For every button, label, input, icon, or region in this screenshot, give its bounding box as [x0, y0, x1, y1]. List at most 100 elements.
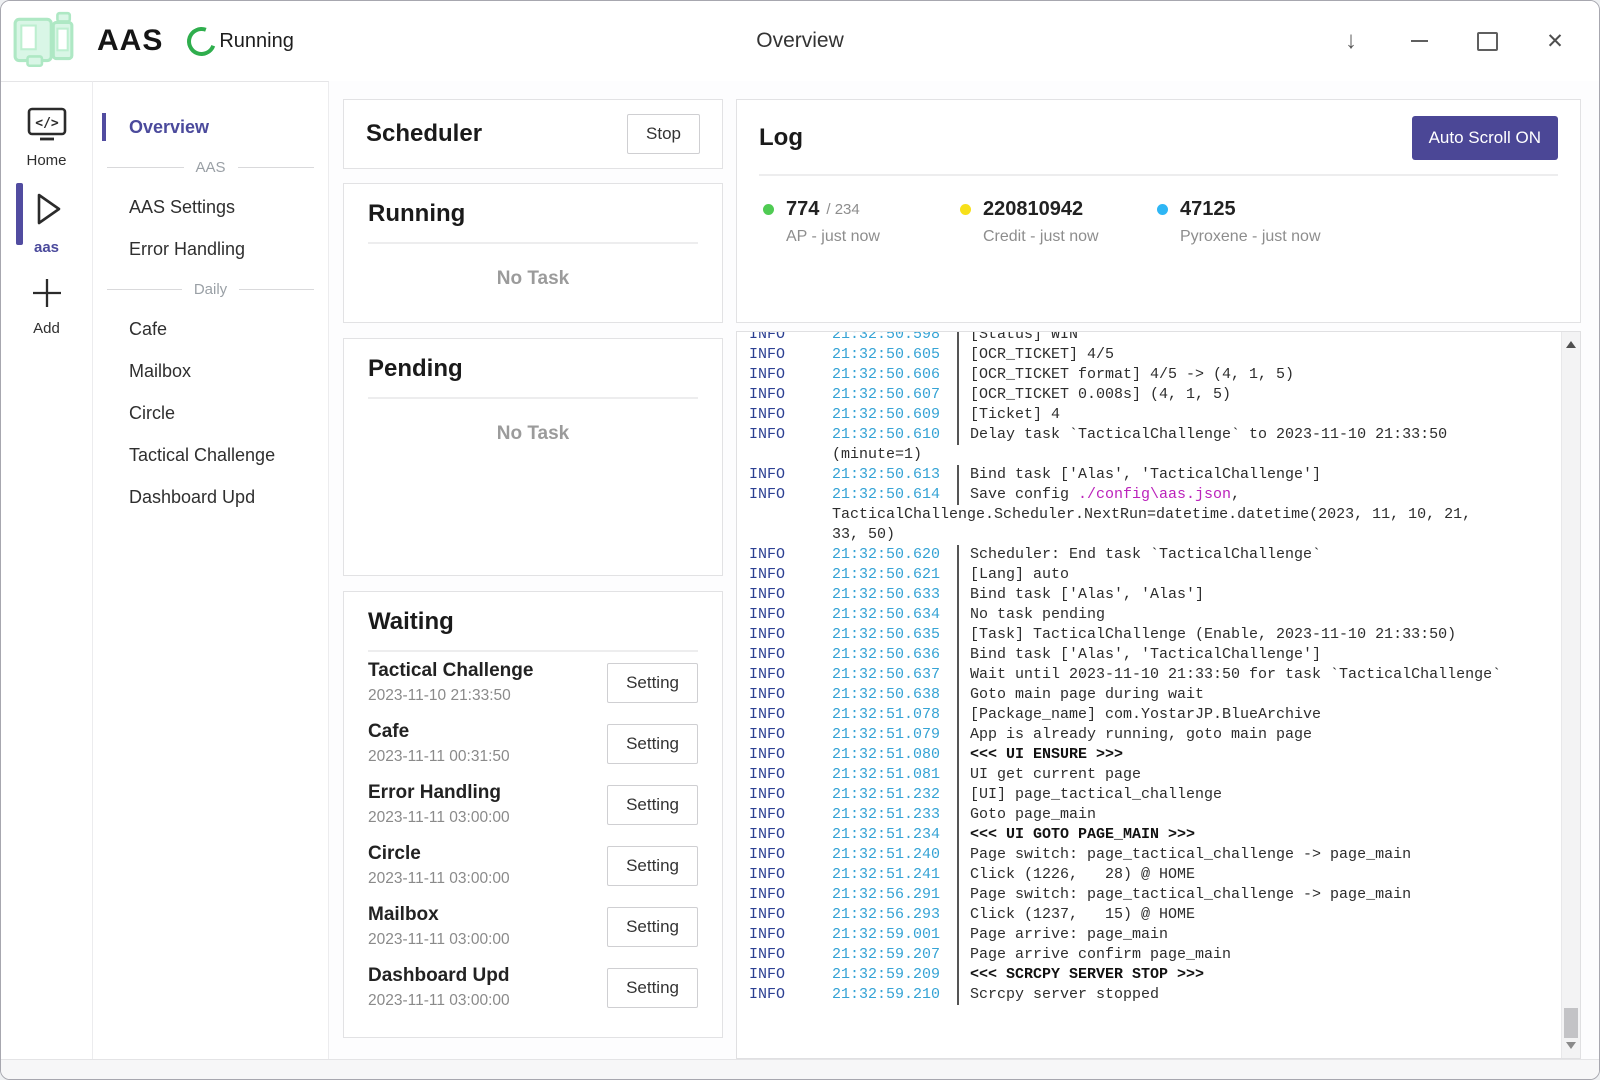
log-card-title: Log	[759, 124, 803, 152]
log-line: INFO21:32:56.291Page switch: page_tactic…	[749, 885, 1548, 905]
titlebar-left: AAS Running	[1, 11, 294, 71]
log-timestamp: 21:32:51.234	[832, 825, 957, 845]
log-message: Click (1226, 28) @ HOME	[957, 865, 1548, 885]
log-line: INFO21:32:50.633Bind task ['Alas', 'Alas…	[749, 585, 1548, 605]
log-line: INFO21:32:50.606[OCR_TICKET format] 4/5 …	[749, 365, 1548, 385]
log-timestamp: 21:32:50.605	[832, 345, 957, 365]
rail-item-aas[interactable]: aas	[1, 177, 92, 264]
log-line: INFO21:32:56.293Click (1237, 15) @ HOME	[749, 905, 1548, 925]
sidebar-item-circle[interactable]: Circle	[93, 392, 328, 434]
sidebar-item-tactical-challenge[interactable]: Tactical Challenge	[93, 434, 328, 476]
scrollbar-thumb[interactable]	[1564, 1008, 1578, 1038]
scroll-down-arrow-icon[interactable]	[1566, 1042, 1576, 1049]
divider-line	[239, 289, 314, 290]
log-message: Bind task ['Alas', 'TacticalChallenge']	[957, 645, 1548, 665]
scheduler-card: Scheduler Stop	[343, 99, 723, 169]
scroll-up-arrow-icon[interactable]	[1566, 341, 1576, 348]
log-line: INFO21:32:51.233Goto page_main	[749, 805, 1548, 825]
auto-scroll-toggle[interactable]: Auto Scroll ON	[1412, 116, 1558, 160]
maximize-button[interactable]	[1475, 29, 1499, 53]
close-button[interactable]: ✕	[1543, 29, 1567, 53]
sidebar-item-label: Mailbox	[129, 361, 191, 382]
waiting-task-row: Dashboard Upd2023-11-11 03:00:00 Setting	[368, 957, 698, 1018]
log-message: Goto main page during wait	[957, 685, 1548, 705]
log-line: TacticalChallenge.Scheduler.NextRun=date…	[749, 505, 1548, 525]
log-level: INFO	[749, 925, 832, 945]
log-timestamp: 21:32:56.291	[832, 885, 957, 905]
log-level	[749, 505, 832, 525]
sidebar-item-label: Error Handling	[129, 239, 245, 260]
log-timestamp: 21:32:51.232	[832, 785, 957, 805]
log-line: INFO21:32:50.621[Lang] auto	[749, 565, 1548, 585]
log-level: INFO	[749, 405, 832, 425]
rail-item-label: Home	[26, 152, 66, 169]
log-level: INFO	[749, 905, 832, 925]
log-message: Click (1237, 15) @ HOME	[957, 905, 1548, 925]
sidebar-item-overview[interactable]: Overview	[93, 106, 328, 148]
log-message: [OCR_TICKET format] 4/5 -> (4, 1, 5)	[957, 365, 1548, 385]
waiting-task-next-run: 2023-11-11 03:00:00	[368, 809, 510, 827]
waiting-task-info: Error Handling2023-11-11 03:00:00	[368, 782, 510, 827]
log-timestamp: 21:32:51.079	[832, 725, 957, 745]
stat-dot-icon	[1157, 204, 1168, 215]
stop-button[interactable]: Stop	[627, 114, 700, 154]
log-level: INFO	[749, 485, 832, 505]
setting-button[interactable]: Setting	[607, 846, 698, 886]
log-line: INFO21:32:50.636Bind task ['Alas', 'Tact…	[749, 645, 1548, 665]
waiting-task-next-run: 2023-11-11 00:31:50	[368, 748, 510, 766]
divider-line	[107, 167, 184, 168]
log-text-segment: Save config	[970, 486, 1078, 503]
setting-button[interactable]: Setting	[607, 724, 698, 764]
stat-dot-icon	[763, 204, 774, 215]
log-line: INFO21:32:51.081UI get current page	[749, 765, 1548, 785]
log-line: INFO21:32:50.598[Status] WIN	[749, 331, 1548, 345]
log-level: INFO	[749, 685, 832, 705]
log-timestamp: 21:32:59.209	[832, 965, 957, 985]
log-scrollbar[interactable]	[1561, 332, 1580, 1058]
sidebar-item-error-handling[interactable]: Error Handling	[93, 228, 328, 270]
update-download-icon[interactable]: ↓	[1339, 29, 1363, 53]
log-timestamp: 21:32:50.634	[832, 605, 957, 625]
sidebar-item-mailbox[interactable]: Mailbox	[93, 350, 328, 392]
waiting-task-name: Dashboard Upd	[368, 965, 510, 987]
log-stat-top: 220810942	[960, 198, 1157, 221]
rail-item-home[interactable]: </> Home	[1, 96, 92, 177]
running-spinner-icon	[183, 22, 222, 61]
sidebar-item-dashboard-upd[interactable]: Dashboard Upd	[93, 476, 328, 518]
setting-button[interactable]: Setting	[607, 907, 698, 947]
log-line: (minute=1)	[749, 445, 1548, 465]
log-level: INFO	[749, 705, 832, 725]
log-level: INFO	[749, 331, 832, 345]
log-card: Log Auto Scroll ON 774/ 234AP - just now…	[736, 99, 1581, 323]
log-stat: 47125Pyroxene - just now	[1157, 198, 1354, 246]
sidebar-item-cafe[interactable]: Cafe	[93, 308, 328, 350]
log-line: INFO21:32:50.610Delay task `TacticalChal…	[749, 425, 1548, 445]
waiting-task-next-run: 2023-11-10 21:33:50	[368, 687, 533, 705]
log-level: INFO	[749, 665, 832, 685]
minimize-button[interactable]	[1407, 29, 1431, 53]
app-logo-icon	[11, 11, 77, 71]
log-level: INFO	[749, 625, 832, 645]
setting-button[interactable]: Setting	[607, 663, 698, 703]
log-message: Wait until 2023-11-10 21:33:50 for task …	[957, 665, 1548, 685]
log-message: Save config ./config\aas.json,	[957, 485, 1548, 505]
waiting-task-info: Circle2023-11-11 03:00:00	[368, 843, 510, 888]
log-message: [Task] TacticalChallenge (Enable, 2023-1…	[957, 625, 1548, 645]
setting-button[interactable]: Setting	[607, 785, 698, 825]
log-line: INFO21:32:59.207Page arrive confirm page…	[749, 945, 1548, 965]
stat-dot-icon	[960, 204, 971, 215]
log-level: INFO	[749, 765, 832, 785]
log-message: <<< UI GOTO PAGE_MAIN >>>	[957, 825, 1548, 845]
log-timestamp: 21:32:50.635	[832, 625, 957, 645]
waiting-task-info: Dashboard Upd2023-11-11 03:00:00	[368, 965, 510, 1010]
sidebar-item-aas-settings[interactable]: AAS Settings	[93, 186, 328, 228]
setting-button[interactable]: Setting	[607, 968, 698, 1008]
sidebar-item-label: AAS Settings	[129, 197, 235, 218]
stat-label: AP - just now	[786, 228, 960, 246]
log-timestamp: 21:32:51.081	[832, 765, 957, 785]
log-message: [OCR_TICKET 0.008s] (4, 1, 5)	[957, 385, 1548, 405]
rail-item-add[interactable]: Add	[1, 264, 92, 345]
log-timestamp: 21:32:50.610	[832, 425, 957, 445]
sidebar-section-label: Daily	[194, 281, 227, 298]
log-timestamp: 21:32:50.614	[832, 485, 957, 505]
